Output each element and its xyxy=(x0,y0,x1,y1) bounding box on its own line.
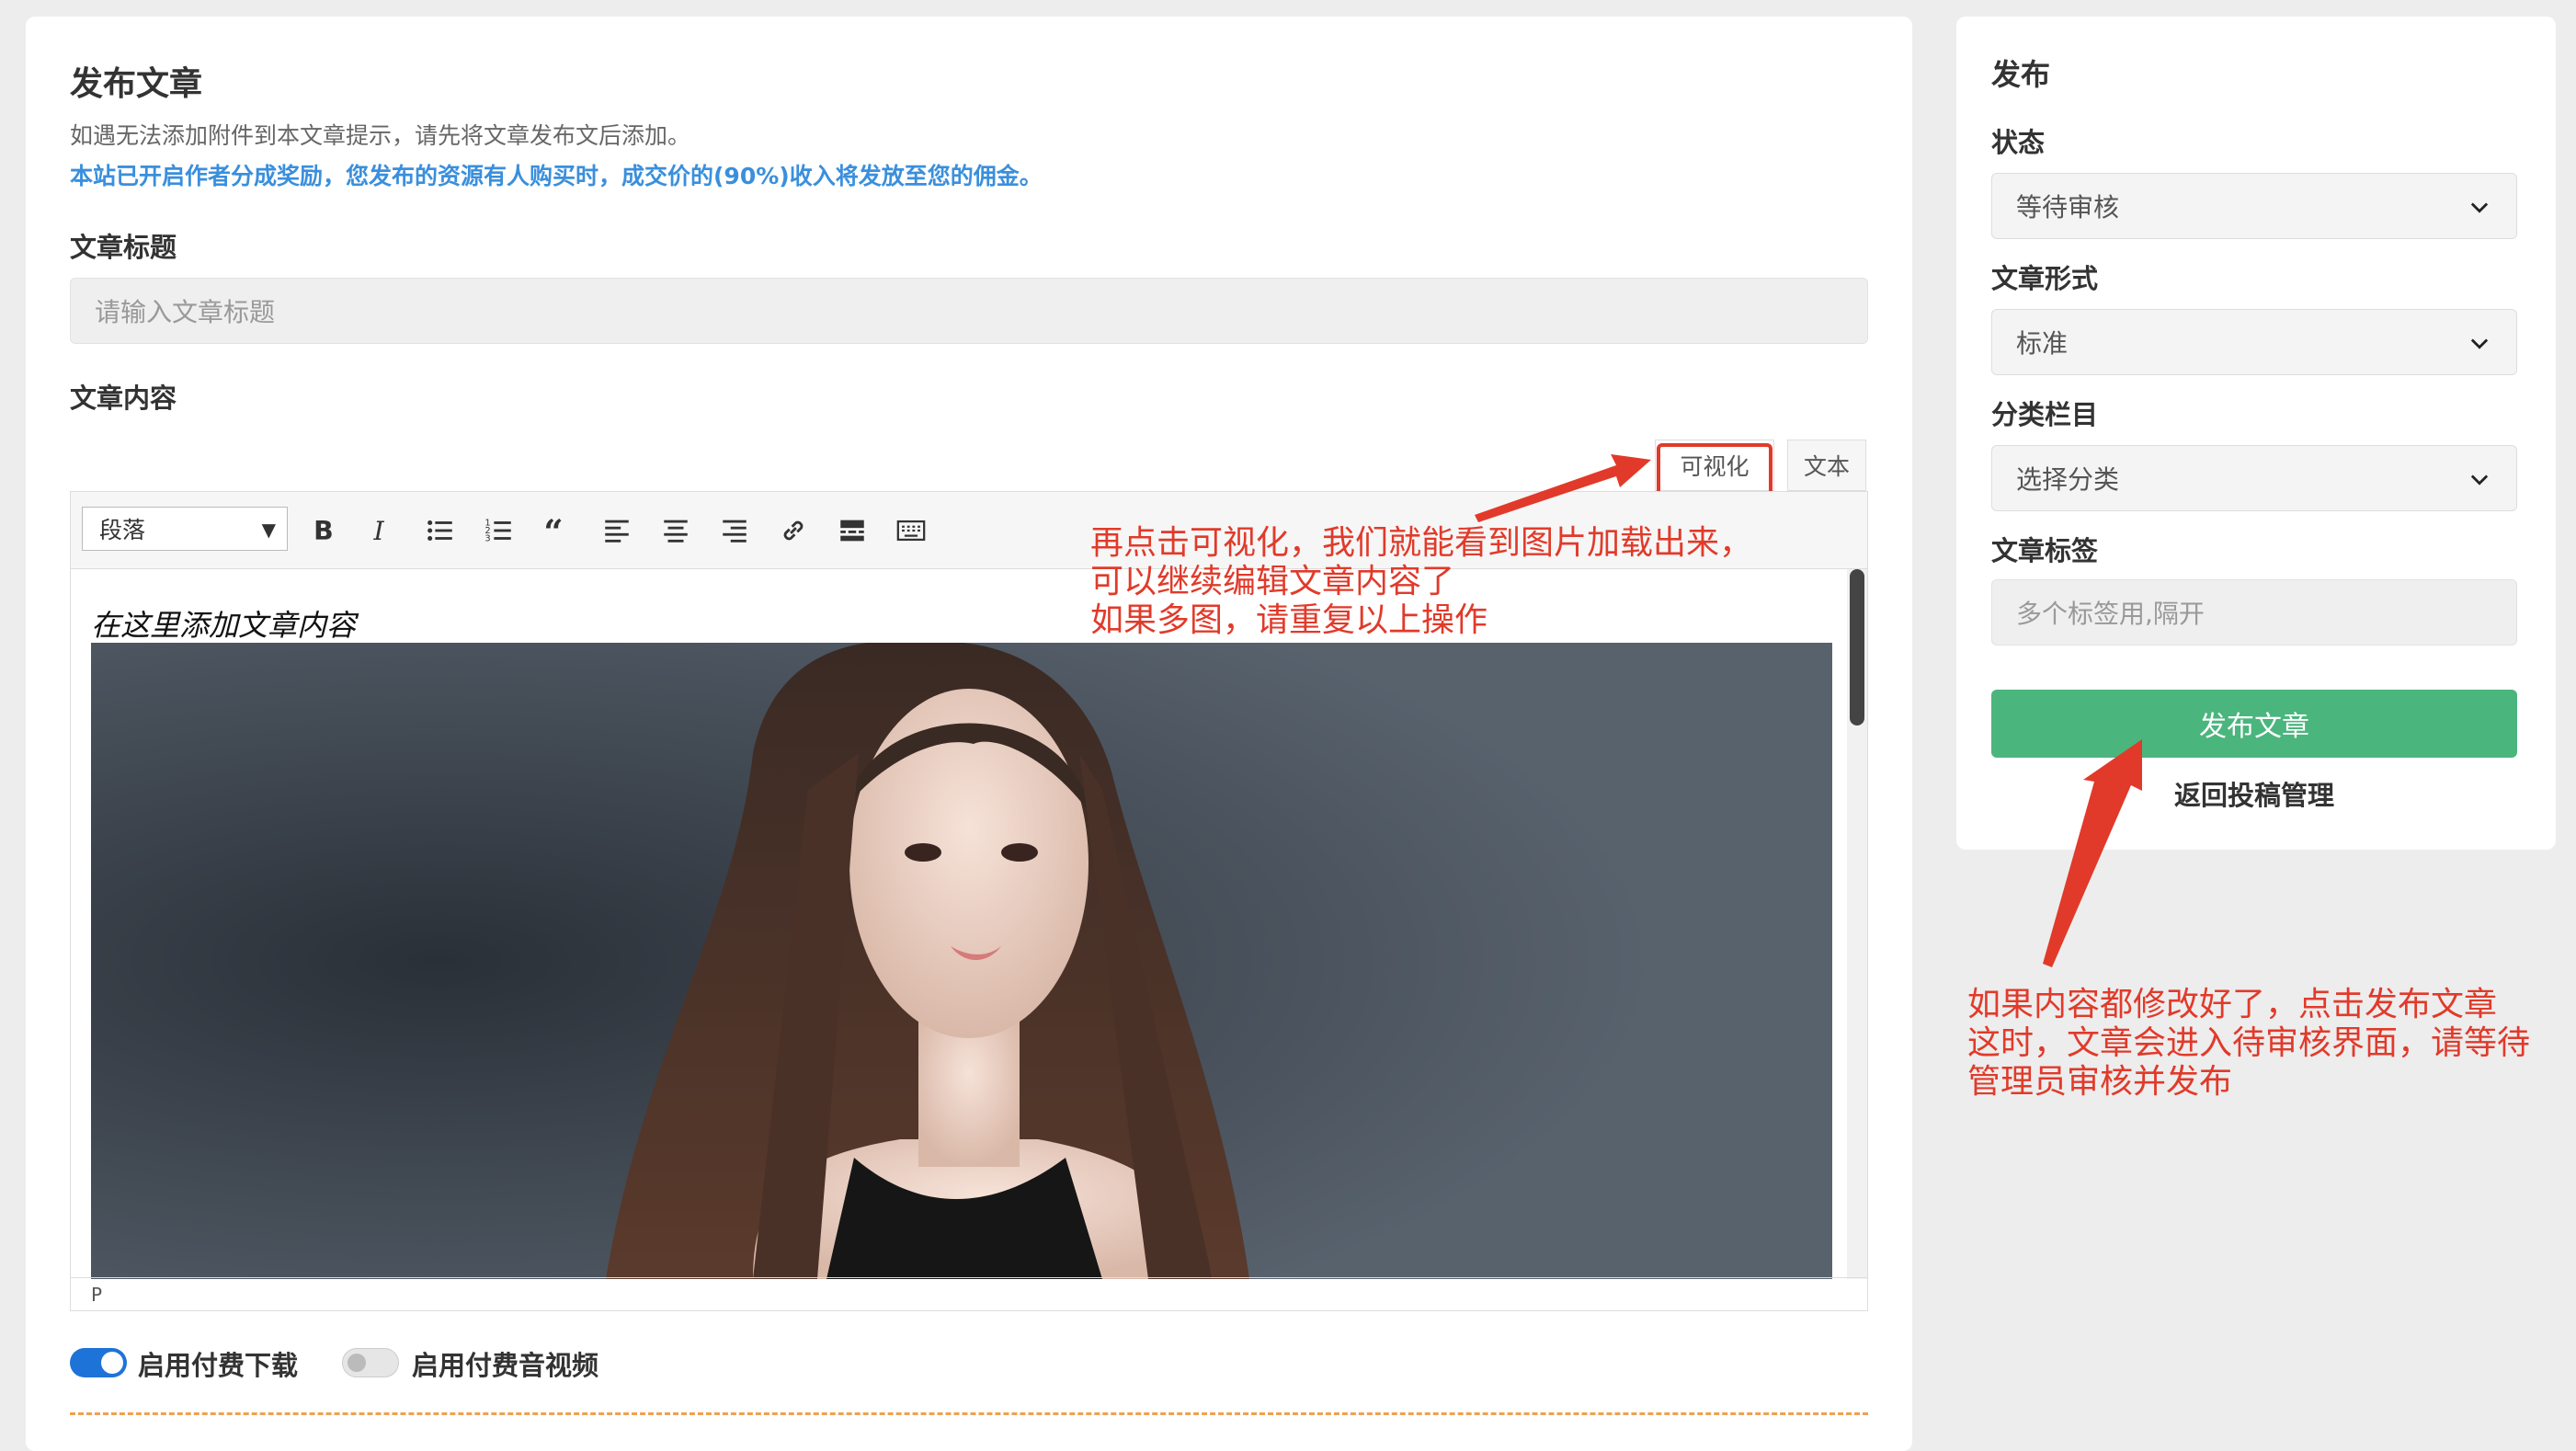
annotation-arrows xyxy=(1475,454,2142,967)
publish-annotation-line-3: 管理员审核并发布 xyxy=(1967,1063,2233,1101)
arrow-to-visual-tab xyxy=(1475,454,1651,522)
editor-annotation: 再点击可视化，我们就能看到图片加载出来， 可以继续编辑文章内容了 如果多图，请重… xyxy=(1090,524,1752,640)
editor-annotation-line-3: 如果多图，请重复以上操作 xyxy=(1090,601,1488,639)
publish-annotation-line-1: 如果内容都修改好了，点击发布文章 xyxy=(1967,986,2498,1023)
publish-annotation: 如果内容都修改好了，点击发布文章 这时，文章会进入待审核界面，请等待 管理员审核… xyxy=(1967,986,2530,1102)
editor-annotation-line-1: 再点击可视化，我们就能看到图片加载出来， xyxy=(1090,524,1753,562)
arrow-to-publish-button xyxy=(2043,739,2142,967)
editor-annotation-line-2: 可以继续编辑文章内容了 xyxy=(1090,563,1455,600)
publish-annotation-line-2: 这时，文章会进入待审核界面，请等待 xyxy=(1967,1024,2531,1062)
